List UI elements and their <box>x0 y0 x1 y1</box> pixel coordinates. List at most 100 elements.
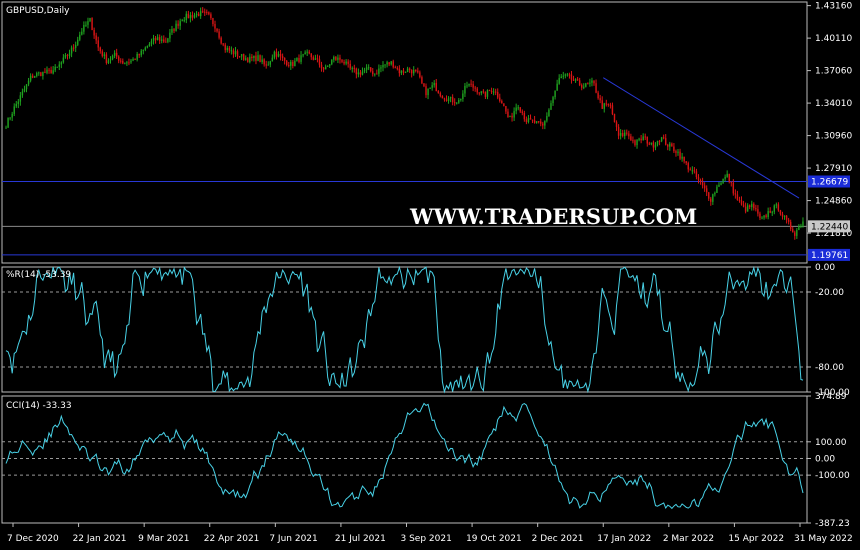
candle-body <box>72 47 75 49</box>
candle-body <box>117 56 120 61</box>
candle-body <box>238 56 241 58</box>
time-tick-label: 2 Dec 2021 <box>532 534 584 544</box>
candle-body <box>19 95 22 102</box>
candle-body <box>410 70 413 74</box>
candle-body <box>503 103 505 107</box>
candle-body <box>224 44 226 51</box>
candle-body <box>703 185 706 189</box>
candle-body <box>695 171 698 178</box>
candle-body <box>462 93 464 100</box>
candle-body <box>197 13 200 17</box>
candle-body <box>21 91 24 96</box>
williams-r-pane[interactable]: 0.00-20.00-80.00-100.00 <box>1 263 850 398</box>
candle-body <box>13 106 15 114</box>
candle-body <box>691 170 694 172</box>
candle-body <box>537 121 540 123</box>
candle-body <box>214 24 216 29</box>
candle-body <box>589 82 591 84</box>
candle-body <box>191 15 194 18</box>
candle-body <box>496 91 499 98</box>
time-tick-label: 15 Apr 2022 <box>728 534 784 544</box>
candle-body <box>54 66 56 71</box>
candle-body <box>374 73 376 75</box>
candle-body <box>447 98 450 102</box>
candle-body <box>140 50 142 56</box>
time-tick-label: 2 Mar 2022 <box>663 534 714 544</box>
candle-body <box>148 43 151 46</box>
candle-body <box>628 133 630 137</box>
candle-body <box>593 80 595 84</box>
candle-body <box>277 53 280 57</box>
candle-body <box>113 52 116 56</box>
candle-body <box>263 59 265 65</box>
candle-body <box>720 183 722 185</box>
candle-body <box>640 138 642 141</box>
candle-body <box>484 91 487 97</box>
candle-body <box>667 144 669 147</box>
candle-body <box>171 29 173 33</box>
candle-body <box>324 66 327 70</box>
candle-body <box>56 66 58 68</box>
candle-body <box>27 80 30 85</box>
wpr-line <box>5 265 804 394</box>
candle-body <box>542 123 544 126</box>
candle-body <box>122 60 124 64</box>
candle-body <box>66 54 69 56</box>
cci-pane[interactable]: 374.89 100.00 0.00 -100.00 -387.23 <box>1 392 850 529</box>
candle-body <box>617 126 620 136</box>
candle-body <box>95 35 97 41</box>
candle-body <box>566 74 569 76</box>
candle-body <box>169 32 171 39</box>
candle-body <box>363 69 366 72</box>
trading-chart-window[interactable]: 1.43160 1.40110 1.37060 1.34010 1.30960 1.279… <box>0 0 860 550</box>
candle-body <box>556 83 558 91</box>
candle-body <box>359 72 362 75</box>
candle-body <box>519 107 521 112</box>
candle-body <box>175 23 177 31</box>
candle-body <box>708 192 710 199</box>
candle-body <box>380 67 382 69</box>
candle-body <box>345 61 347 64</box>
price-marker-label: 1.26679 <box>811 178 848 188</box>
candle-body <box>728 173 730 182</box>
candle-body <box>611 105 614 115</box>
candle-body <box>296 58 298 61</box>
candle-body <box>546 116 548 121</box>
candle-body <box>206 11 208 13</box>
candle-body <box>453 102 456 104</box>
candle-body <box>773 205 776 212</box>
candle-body <box>796 229 798 236</box>
candle-body <box>15 103 17 107</box>
candle-body <box>529 118 532 120</box>
candle-body <box>478 92 480 94</box>
candle-body <box>154 38 157 40</box>
candle-body <box>761 217 763 219</box>
candle-body <box>181 20 183 22</box>
candle-body <box>570 74 573 80</box>
wpr-indicator-label: %R(14) -53.39 <box>6 270 71 280</box>
candle-body <box>5 127 7 129</box>
candle-body <box>208 12 210 15</box>
candle-body <box>554 90 556 98</box>
candle-body <box>353 67 356 69</box>
candle-body <box>488 90 491 92</box>
candle-body <box>107 60 110 64</box>
candle-body <box>372 71 374 75</box>
candle-body <box>7 117 9 128</box>
candle-body <box>658 140 661 142</box>
candle-body <box>523 113 526 120</box>
candle-body <box>281 56 284 58</box>
candle-body <box>621 132 624 137</box>
time-tick-label: 7 Dec 2020 <box>7 534 59 544</box>
candle-body <box>474 87 476 89</box>
candle-body <box>583 86 585 88</box>
candle-body <box>404 72 407 74</box>
candle-body <box>156 37 159 40</box>
candle-body <box>329 64 331 66</box>
candle-body <box>179 21 181 26</box>
candle-body <box>501 101 503 104</box>
candle-body <box>550 103 552 110</box>
cci-tick-label: -100.00 <box>815 471 850 481</box>
candle-body <box>355 68 358 75</box>
candle-body <box>337 57 339 60</box>
